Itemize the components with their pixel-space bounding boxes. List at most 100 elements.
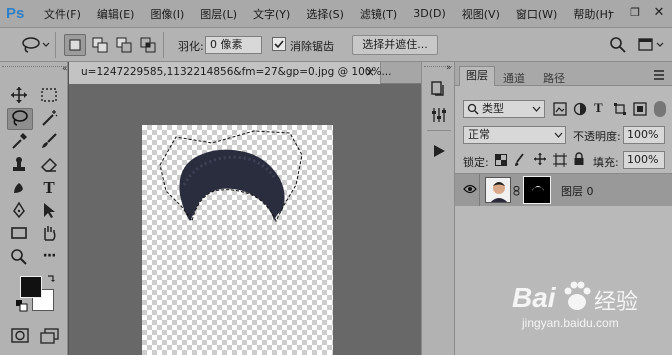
minimize-button[interactable]: – [600,0,622,28]
menu-type[interactable]: 文字(Y) [253,6,290,22]
toolbox-grip [2,66,66,69]
tab-layers[interactable]: 图层 [459,66,495,86]
marquee-icon [40,86,58,107]
stamp-tool[interactable] [9,155,29,175]
lock-artboard-icon[interactable] [553,153,567,170]
menu-3d[interactable]: 3D(D) [413,7,446,20]
tab-close-icon[interactable]: × [365,65,375,79]
select-and-mask-button[interactable]: 选择并遮住... [352,35,438,55]
pen-tool[interactable] [9,201,29,221]
zoom-tool[interactable] [9,248,29,268]
layer-mask-thumbnail[interactable] [523,176,551,204]
dock-collapse-icon[interactable]: » [446,63,452,73]
divider [55,32,56,58]
search-icon[interactable] [609,36,627,57]
zoom-icon [10,248,28,269]
workspace-icon[interactable] [637,36,667,57]
layer-name[interactable]: 图层 0 [561,183,594,199]
magic-wand-tool[interactable] [39,109,59,129]
menu-filter[interactable]: 滤镜(T) [360,6,397,22]
move-tool[interactable] [9,86,29,106]
antialias-checkbox[interactable] [272,37,286,51]
panel-dock-strip: » [421,62,455,355]
eraser-tool[interactable] [39,155,59,175]
app-logo: Ps [6,4,25,22]
divider [163,32,164,58]
tab-channels[interactable]: 通道 [503,70,525,86]
play-action-icon[interactable] [432,144,446,161]
quick-mask-icon[interactable] [11,328,29,347]
fill-label: 填充: [593,156,619,169]
watermark-brand-cn: 经验 [594,290,639,315]
default-colors-icon[interactable] [16,300,28,315]
menu-file[interactable]: 文件(F) [44,6,81,22]
feather-label: 羽化: [178,40,204,53]
fill-input[interactable]: 100% [623,151,665,169]
brush-tool[interactable] [39,132,59,152]
menu-window[interactable]: 窗口(W) [516,6,557,22]
smudge-tool[interactable] [9,178,29,198]
path-select-tool[interactable] [39,201,59,221]
hand-tool[interactable] [39,224,59,244]
lock-image-icon[interactable] [514,153,526,170]
document-tab[interactable]: u=1247229585,1132214856&fm=27&gp=0.jpg @… [69,62,391,84]
eyedropper-tool[interactable] [9,132,29,152]
filter-adjustment-icon[interactable] [573,102,587,119]
lock-transparent-icon[interactable] [495,154,507,169]
lasso-tool[interactable] [7,108,33,130]
panel-menu-icon[interactable] [653,70,665,83]
marquee-tool[interactable] [39,86,59,106]
rectangle-tool[interactable] [9,224,29,244]
eraser-icon [40,155,58,176]
mask-link-icon[interactable] [513,186,521,199]
rectangle-icon [10,224,28,245]
history-panel-icon[interactable] [430,80,448,101]
filter-pixel-icon[interactable] [553,102,567,119]
intersect-selection-icon[interactable] [138,35,158,58]
menu-select[interactable]: 选择(S) [306,6,344,22]
adjustments-panel-icon[interactable] [430,106,448,127]
blend-mode-select[interactable]: 正常 [463,126,566,144]
type-tool[interactable]: T [39,178,59,198]
feather-input[interactable]: 0 像素 [205,36,262,54]
menu-layer[interactable]: 图层(L) [200,6,237,22]
watermark-brand: Bai [512,282,556,313]
lock-all-icon[interactable] [573,152,585,169]
subtract-from-selection-icon[interactable] [114,35,134,58]
menu-image[interactable]: 图像(I) [150,6,184,22]
chevron-down-icon [554,132,563,138]
screen-mode-icon[interactable] [40,328,60,347]
layer-filter-select[interactable]: 类型 [463,100,545,118]
filter-shape-icon[interactable] [613,102,627,119]
collapse-icon[interactable]: « [62,64,68,74]
layer-row[interactable]: 图层 0 [455,174,672,206]
add-to-selection-icon[interactable] [90,35,110,58]
swap-colors-icon[interactable] [46,274,56,287]
menu-view[interactable]: 视图(V) [462,6,500,22]
close-button[interactable]: ✕ [648,0,670,28]
divider [427,130,451,131]
lock-position-icon[interactable] [533,152,547,169]
filter-smart-object-icon[interactable] [633,102,647,119]
lasso-preset-icon[interactable] [20,36,50,57]
opacity-input[interactable]: 100% [623,126,665,144]
eye-icon[interactable] [463,184,477,197]
baidu-watermark: Bai 经验 jingyan.baidu.com [494,274,672,334]
pen-icon [10,201,28,222]
blend-mode-value: 正常 [468,128,490,141]
toolbox: « T ··· [0,62,68,355]
menu-bar: Ps 文件(F) 编辑(E) 图像(I) 图层(L) 文字(Y) 选择(S) 滤… [0,0,672,28]
arrow-icon [40,201,58,222]
restore-button[interactable]: ❐ [624,0,646,28]
new-selection-icon[interactable] [64,34,86,56]
hand-icon [40,224,58,245]
tab-paths[interactable]: 路径 [543,70,565,86]
more-tools[interactable]: ··· [39,246,59,266]
move-icon [10,86,28,107]
foreground-color-swatch[interactable] [20,276,42,298]
filter-toggle[interactable] [654,101,666,117]
layer-thumbnail [485,177,511,203]
filter-type-icon[interactable]: T [594,100,603,116]
menu-edit[interactable]: 编辑(E) [97,6,135,22]
filter-label: 类型 [482,102,504,115]
